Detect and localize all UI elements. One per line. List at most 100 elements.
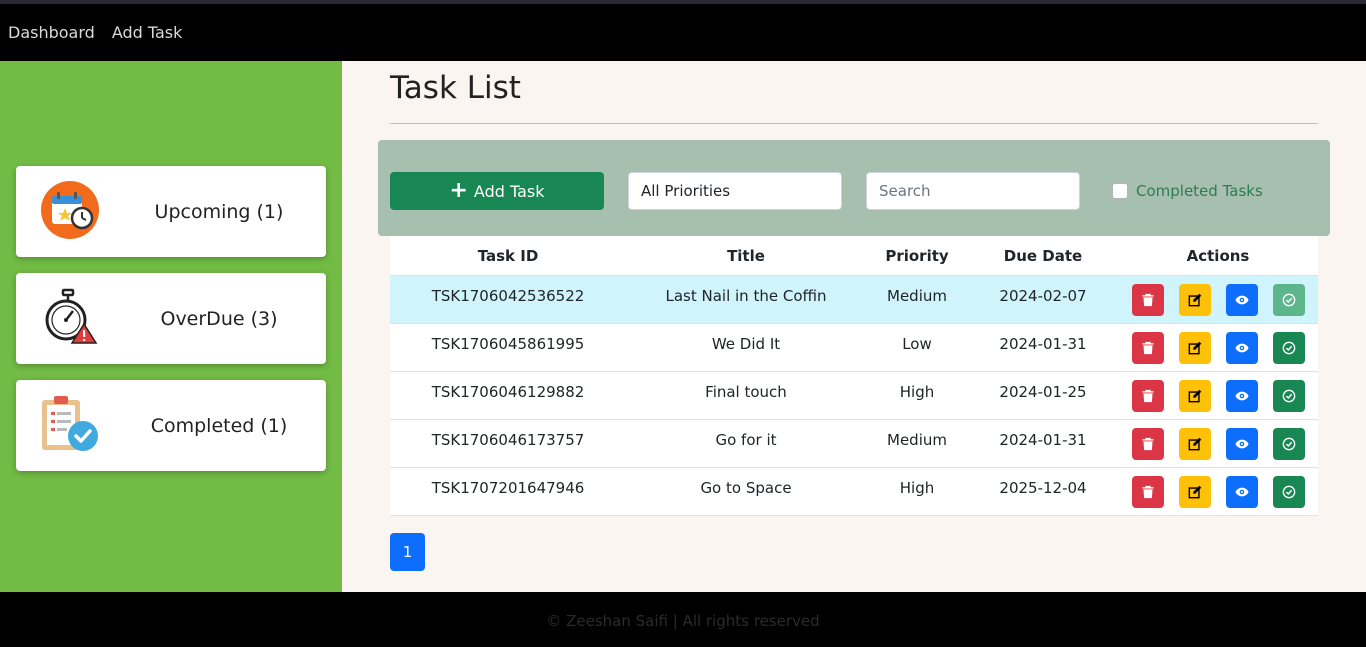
task-table: Task ID Title Priority Due Date Actions …: [390, 236, 1318, 516]
calendar-clock-icon: [41, 181, 99, 239]
table-row: TSK1706042536522 Last Nail in the Coffin M…: [390, 276, 1318, 324]
sidebar: Upcoming (1) OverDue (3) Completed (1): [0, 61, 342, 592]
footer: © Zeeshan Saifi | All rights reserved: [0, 592, 1366, 647]
header-due-date: Due Date: [1003, 246, 1083, 265]
cell-priority: Medium: [887, 286, 947, 305]
priority-select-value: All Priorities: [641, 182, 731, 200]
cell-actions: [1118, 427, 1318, 460]
overdue-card[interactable]: OverDue (3): [16, 273, 326, 364]
view-button[interactable]: [1225, 379, 1258, 412]
cell-task-id: TSK1706046173757: [431, 430, 585, 449]
cell-due-date: 2024-02-07: [999, 286, 1087, 305]
header-priority: Priority: [885, 246, 949, 265]
completed-checkbox-label[interactable]: Completed Tasks: [1136, 182, 1263, 200]
priority-select[interactable]: All Priorities: [628, 172, 842, 210]
clipboard-check-icon: [42, 396, 98, 451]
edit-icon: [1188, 485, 1201, 498]
cell-priority: High: [899, 382, 935, 401]
trash-icon: [1141, 293, 1154, 306]
complete-button[interactable]: [1272, 427, 1305, 460]
eye-icon: [1234, 391, 1249, 400]
cell-due-date: 2024-01-31: [999, 334, 1087, 353]
cell-due-date: 2024-01-25: [999, 382, 1087, 401]
delete-button[interactable]: [1131, 283, 1164, 316]
stopwatch-warning-icon: [45, 288, 98, 344]
delete-button[interactable]: [1131, 331, 1164, 364]
cell-title: Go to Space: [700, 478, 792, 497]
cell-actions: [1118, 331, 1318, 364]
navbar: Dashboard Add Task: [0, 4, 1366, 61]
trash-icon: [1141, 389, 1154, 402]
table-body: TSK1706042536522 Last Nail in the Coffin M…: [390, 276, 1318, 516]
main-content: Task List + Add Task All Priorities Comp…: [342, 61, 1366, 592]
view-button[interactable]: [1225, 283, 1258, 316]
cell-task-id: TSK1706042536522: [431, 286, 585, 305]
cell-actions: [1118, 283, 1318, 316]
edit-icon: [1188, 437, 1201, 450]
cell-due-date: 2025-12-04: [999, 478, 1087, 497]
task-toolbar: + Add Task All Priorities Completed Task…: [378, 140, 1330, 236]
view-button[interactable]: [1225, 427, 1258, 460]
check-circle-icon: [1282, 485, 1295, 498]
check-circle-icon: [1282, 437, 1295, 450]
cell-task-id: TSK1707201647946: [431, 478, 585, 497]
header-task-id: Task ID: [477, 246, 539, 265]
delete-button[interactable]: [1131, 475, 1164, 508]
trash-icon: [1141, 437, 1154, 450]
eye-icon: [1234, 487, 1249, 496]
eye-icon: [1234, 343, 1249, 352]
trash-icon: [1141, 485, 1154, 498]
header-actions: Actions: [1186, 246, 1250, 265]
complete-button[interactable]: [1272, 475, 1305, 508]
cell-task-id: TSK1706046129882: [431, 382, 585, 401]
upcoming-card[interactable]: Upcoming (1): [16, 166, 326, 257]
complete-button[interactable]: [1272, 283, 1305, 316]
table-row: TSK1707201647946 Go to Space High 2025-12-0…: [390, 468, 1318, 516]
add-task-button[interactable]: + Add Task: [390, 172, 604, 210]
cell-due-date: 2024-01-31: [999, 430, 1087, 449]
edit-button[interactable]: [1178, 475, 1211, 508]
completed-card[interactable]: Completed (1): [16, 380, 326, 471]
pagination-page-button[interactable]: 1: [390, 533, 425, 571]
edit-icon: [1188, 293, 1201, 306]
completed-checkbox[interactable]: [1112, 183, 1128, 199]
nav-link-dashboard[interactable]: Dashboard: [8, 23, 95, 42]
title-divider: [390, 123, 1318, 124]
check-circle-icon: [1282, 293, 1295, 306]
cell-title: We Did It: [711, 334, 781, 353]
cell-title: Go for it: [715, 430, 777, 449]
cell-actions: [1118, 379, 1318, 412]
delete-button[interactable]: [1131, 379, 1164, 412]
overdue-label: OverDue (3): [160, 307, 278, 330]
edit-button[interactable]: [1178, 283, 1211, 316]
delete-button[interactable]: [1131, 427, 1164, 460]
table-row: TSK1706045861995 We Did It Low 2024-01-31: [390, 324, 1318, 372]
complete-button[interactable]: [1272, 331, 1305, 364]
edit-button[interactable]: [1178, 427, 1211, 460]
cell-title: Last Nail in the Coffin: [665, 286, 827, 305]
upcoming-label: Upcoming (1): [154, 200, 284, 223]
cell-priority: Medium: [887, 430, 947, 449]
edit-button[interactable]: [1178, 331, 1211, 364]
table-row: TSK1706046129882 Final touch High 2024-01-2…: [390, 372, 1318, 420]
completed-filter[interactable]: Completed Tasks: [1112, 182, 1263, 200]
complete-button[interactable]: [1272, 379, 1305, 412]
table-row: TSK1706046173757 Go for it Medium 2024-01-3…: [390, 420, 1318, 468]
check-circle-icon: [1282, 389, 1295, 402]
cell-task-id: TSK1706045861995: [431, 334, 585, 353]
eye-icon: [1234, 295, 1249, 304]
eye-icon: [1234, 439, 1249, 448]
table-header: Task ID Title Priority Due Date Actions: [390, 236, 1318, 276]
add-task-label: Add Task: [473, 181, 545, 201]
footer-text: © Zeeshan Saifi | All rights reserved: [546, 611, 820, 630]
edit-button[interactable]: [1178, 379, 1211, 412]
cell-priority: High: [899, 478, 935, 497]
plus-icon: +: [449, 177, 468, 203]
cell-title: Final touch: [705, 382, 787, 401]
cell-priority: Low: [902, 334, 932, 353]
view-button[interactable]: [1225, 475, 1258, 508]
search-input[interactable]: [866, 172, 1080, 210]
view-button[interactable]: [1225, 331, 1258, 364]
header-title: Title: [727, 246, 765, 265]
nav-link-add-task[interactable]: Add Task: [112, 23, 183, 42]
